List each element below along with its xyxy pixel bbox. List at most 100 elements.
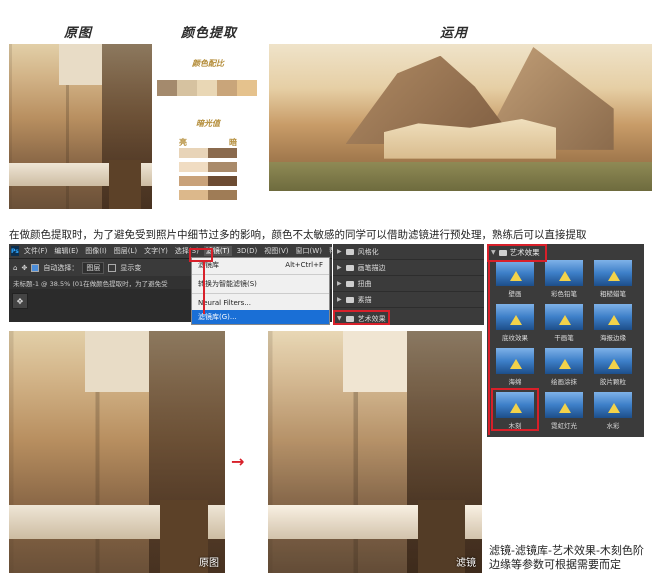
folder-stylize[interactable]: ▶ 风格化 xyxy=(333,244,484,260)
filter-preview-icon xyxy=(545,392,583,418)
menu-3d[interactable]: 3D(D) xyxy=(235,247,260,255)
filter-thumb-label: 底纹效果 xyxy=(502,334,528,342)
header-color-extract: 颜色提取 xyxy=(181,26,238,41)
filter-thumb[interactable]: 壁画 xyxy=(495,260,535,298)
highlight-artistic-folder xyxy=(333,310,390,325)
light-dark-grid xyxy=(179,148,237,204)
filter-preview-icon xyxy=(496,260,534,286)
light-dark-row xyxy=(179,190,237,200)
filter-preview-icon xyxy=(594,348,632,374)
auto-select-label: 自动选择： xyxy=(43,263,79,272)
show-transform-checkbox[interactable] xyxy=(108,263,117,272)
folder-distort[interactable]: ▶ 扭曲 xyxy=(333,276,484,292)
folder-label: 扭曲 xyxy=(357,279,372,288)
folder-icon xyxy=(345,296,354,303)
filter-thumb-label: 胶片颗粒 xyxy=(600,378,626,386)
menu-layer[interactable]: 图层(L) xyxy=(112,246,139,256)
menu-item-smart-filter[interactable]: 转换为智能滤镜(S) xyxy=(192,277,329,291)
value-swatch xyxy=(208,176,237,186)
filter-preview-icon xyxy=(594,392,632,418)
arrow-icon: → xyxy=(231,452,245,471)
filter-thumb-label: 海绵 xyxy=(508,378,522,386)
palette-swatch xyxy=(237,80,257,96)
folder-brush-strokes[interactable]: ▶ 画笔描边 xyxy=(333,260,484,276)
palette-swatch xyxy=(157,80,177,96)
light-dark-row xyxy=(179,176,237,186)
applied-painting xyxy=(269,44,652,191)
filter-thumb-label: 干画笔 xyxy=(554,334,574,342)
folder-sketch[interactable]: ▶ 素描 xyxy=(333,292,484,308)
shortcut-label: Alt+Ctrl+F xyxy=(285,261,323,269)
menu-item-filter-gallery[interactable]: 滤镜库(G)... xyxy=(192,310,329,324)
light-dark-label: 暗光值 xyxy=(196,119,220,128)
menu-type[interactable]: 文字(Y) xyxy=(142,246,170,256)
filtered-photo: 滤镜 xyxy=(268,331,482,573)
move-tool-icon[interactable]: ✥ xyxy=(21,264,27,272)
menu-window[interactable]: 窗口(W) xyxy=(294,246,324,256)
filter-thumb[interactable]: 底纹效果 xyxy=(495,304,535,342)
value-swatch xyxy=(179,148,208,158)
move-tool-button[interactable]: ✥ xyxy=(12,293,28,309)
filter-thumb[interactable]: 海绵 xyxy=(495,348,535,386)
menu-view[interactable]: 视图(V) xyxy=(262,246,290,256)
value-swatch xyxy=(208,162,237,172)
filter-thumb[interactable]: 海报边缘 xyxy=(593,304,633,342)
filter-preview-icon xyxy=(545,348,583,374)
light-dark-row xyxy=(179,148,237,158)
menu-item-neural[interactable]: Neural Filters... xyxy=(192,296,329,310)
layer-dropdown[interactable]: 图层 xyxy=(82,261,105,274)
filter-thumb-label: 绘画涂抹 xyxy=(551,378,577,386)
filter-thumb-label: 水彩 xyxy=(606,422,620,430)
highlight-woodcut xyxy=(491,388,539,431)
highlight-filter-menu xyxy=(189,248,213,262)
value-swatch xyxy=(179,176,208,186)
caption-bottom: 滤镜-滤镜库-艺术效果-木刻色阶边缘等参数可根据需要而定 xyxy=(489,544,644,571)
light-label: 亮 xyxy=(179,138,187,147)
highlight-gallery-title xyxy=(487,244,547,262)
menu-edit[interactable]: 编辑(E) xyxy=(52,246,80,256)
palette-swatch xyxy=(217,80,237,96)
caption-top: 在做颜色提取时，为了避免受到照片中细节过多的影响，颜色不太敏感的同学可以借助滤镜… xyxy=(9,229,587,241)
auto-select-checkbox[interactable] xyxy=(31,263,40,272)
before-label: 原图 xyxy=(199,558,219,569)
filter-thumb-label: 壁画 xyxy=(508,290,522,298)
filter-preview-icon xyxy=(496,304,534,330)
ps-logo-icon: Ps xyxy=(11,246,19,256)
value-swatch xyxy=(179,190,208,200)
filter-thumb[interactable]: 干画笔 xyxy=(544,304,584,342)
folder-icon xyxy=(345,248,354,255)
filter-preview-icon xyxy=(545,304,583,330)
smart-filter-label: 转换为智能滤镜(S) xyxy=(198,280,257,288)
filter-thumb-label: 彩色铅笔 xyxy=(551,290,577,298)
filter-thumb[interactable]: 绘画涂抹 xyxy=(544,348,584,386)
filter-thumb-label: 海报边缘 xyxy=(600,334,626,342)
filter-preview-icon xyxy=(496,348,534,374)
filter-thumb[interactable]: 粗糙蜡笔 xyxy=(593,260,633,298)
header-applied: 运用 xyxy=(440,26,469,41)
filter-menu: 滤镜库 Alt+Ctrl+F 转换为智能滤镜(S) Neural Filters… xyxy=(191,257,330,325)
menu-file[interactable]: 文件(F) xyxy=(22,246,50,256)
after-label: 滤镜 xyxy=(456,558,476,569)
palette-swatch xyxy=(197,80,217,96)
folder-label: 风格化 xyxy=(357,247,379,256)
filter-thumb[interactable]: 霓虹灯光 xyxy=(544,392,584,430)
palette-label: 颜色配比 xyxy=(192,59,224,68)
home-icon[interactable]: ⌂ xyxy=(13,264,17,272)
folder-label: 素描 xyxy=(357,295,372,304)
filter-preview-icon xyxy=(545,260,583,286)
filter-thumb[interactable]: 胶片颗粒 xyxy=(593,348,633,386)
palette-swatch xyxy=(177,80,197,96)
filter-thumb[interactable]: 水彩 xyxy=(593,392,633,430)
header-original: 原图 xyxy=(64,26,93,41)
palette-strip xyxy=(157,80,257,96)
light-dark-row xyxy=(179,162,237,172)
folder-label: 画笔描边 xyxy=(357,263,386,272)
original-photo-bottom: 原图 xyxy=(9,331,225,573)
highlight-connector xyxy=(203,262,205,314)
folder-icon xyxy=(345,264,354,271)
menu-image[interactable]: 图像(I) xyxy=(83,246,109,256)
filter-thumb[interactable]: 彩色铅笔 xyxy=(544,260,584,298)
menu-bar: Ps 文件(F) 编辑(E) 图像(I) 图层(L) 文字(Y) 选择(S) 滤… xyxy=(9,244,354,258)
neural-filters-label: Neural Filters... xyxy=(198,299,251,307)
filter-thumb-label: 粗糙蜡笔 xyxy=(600,290,626,298)
